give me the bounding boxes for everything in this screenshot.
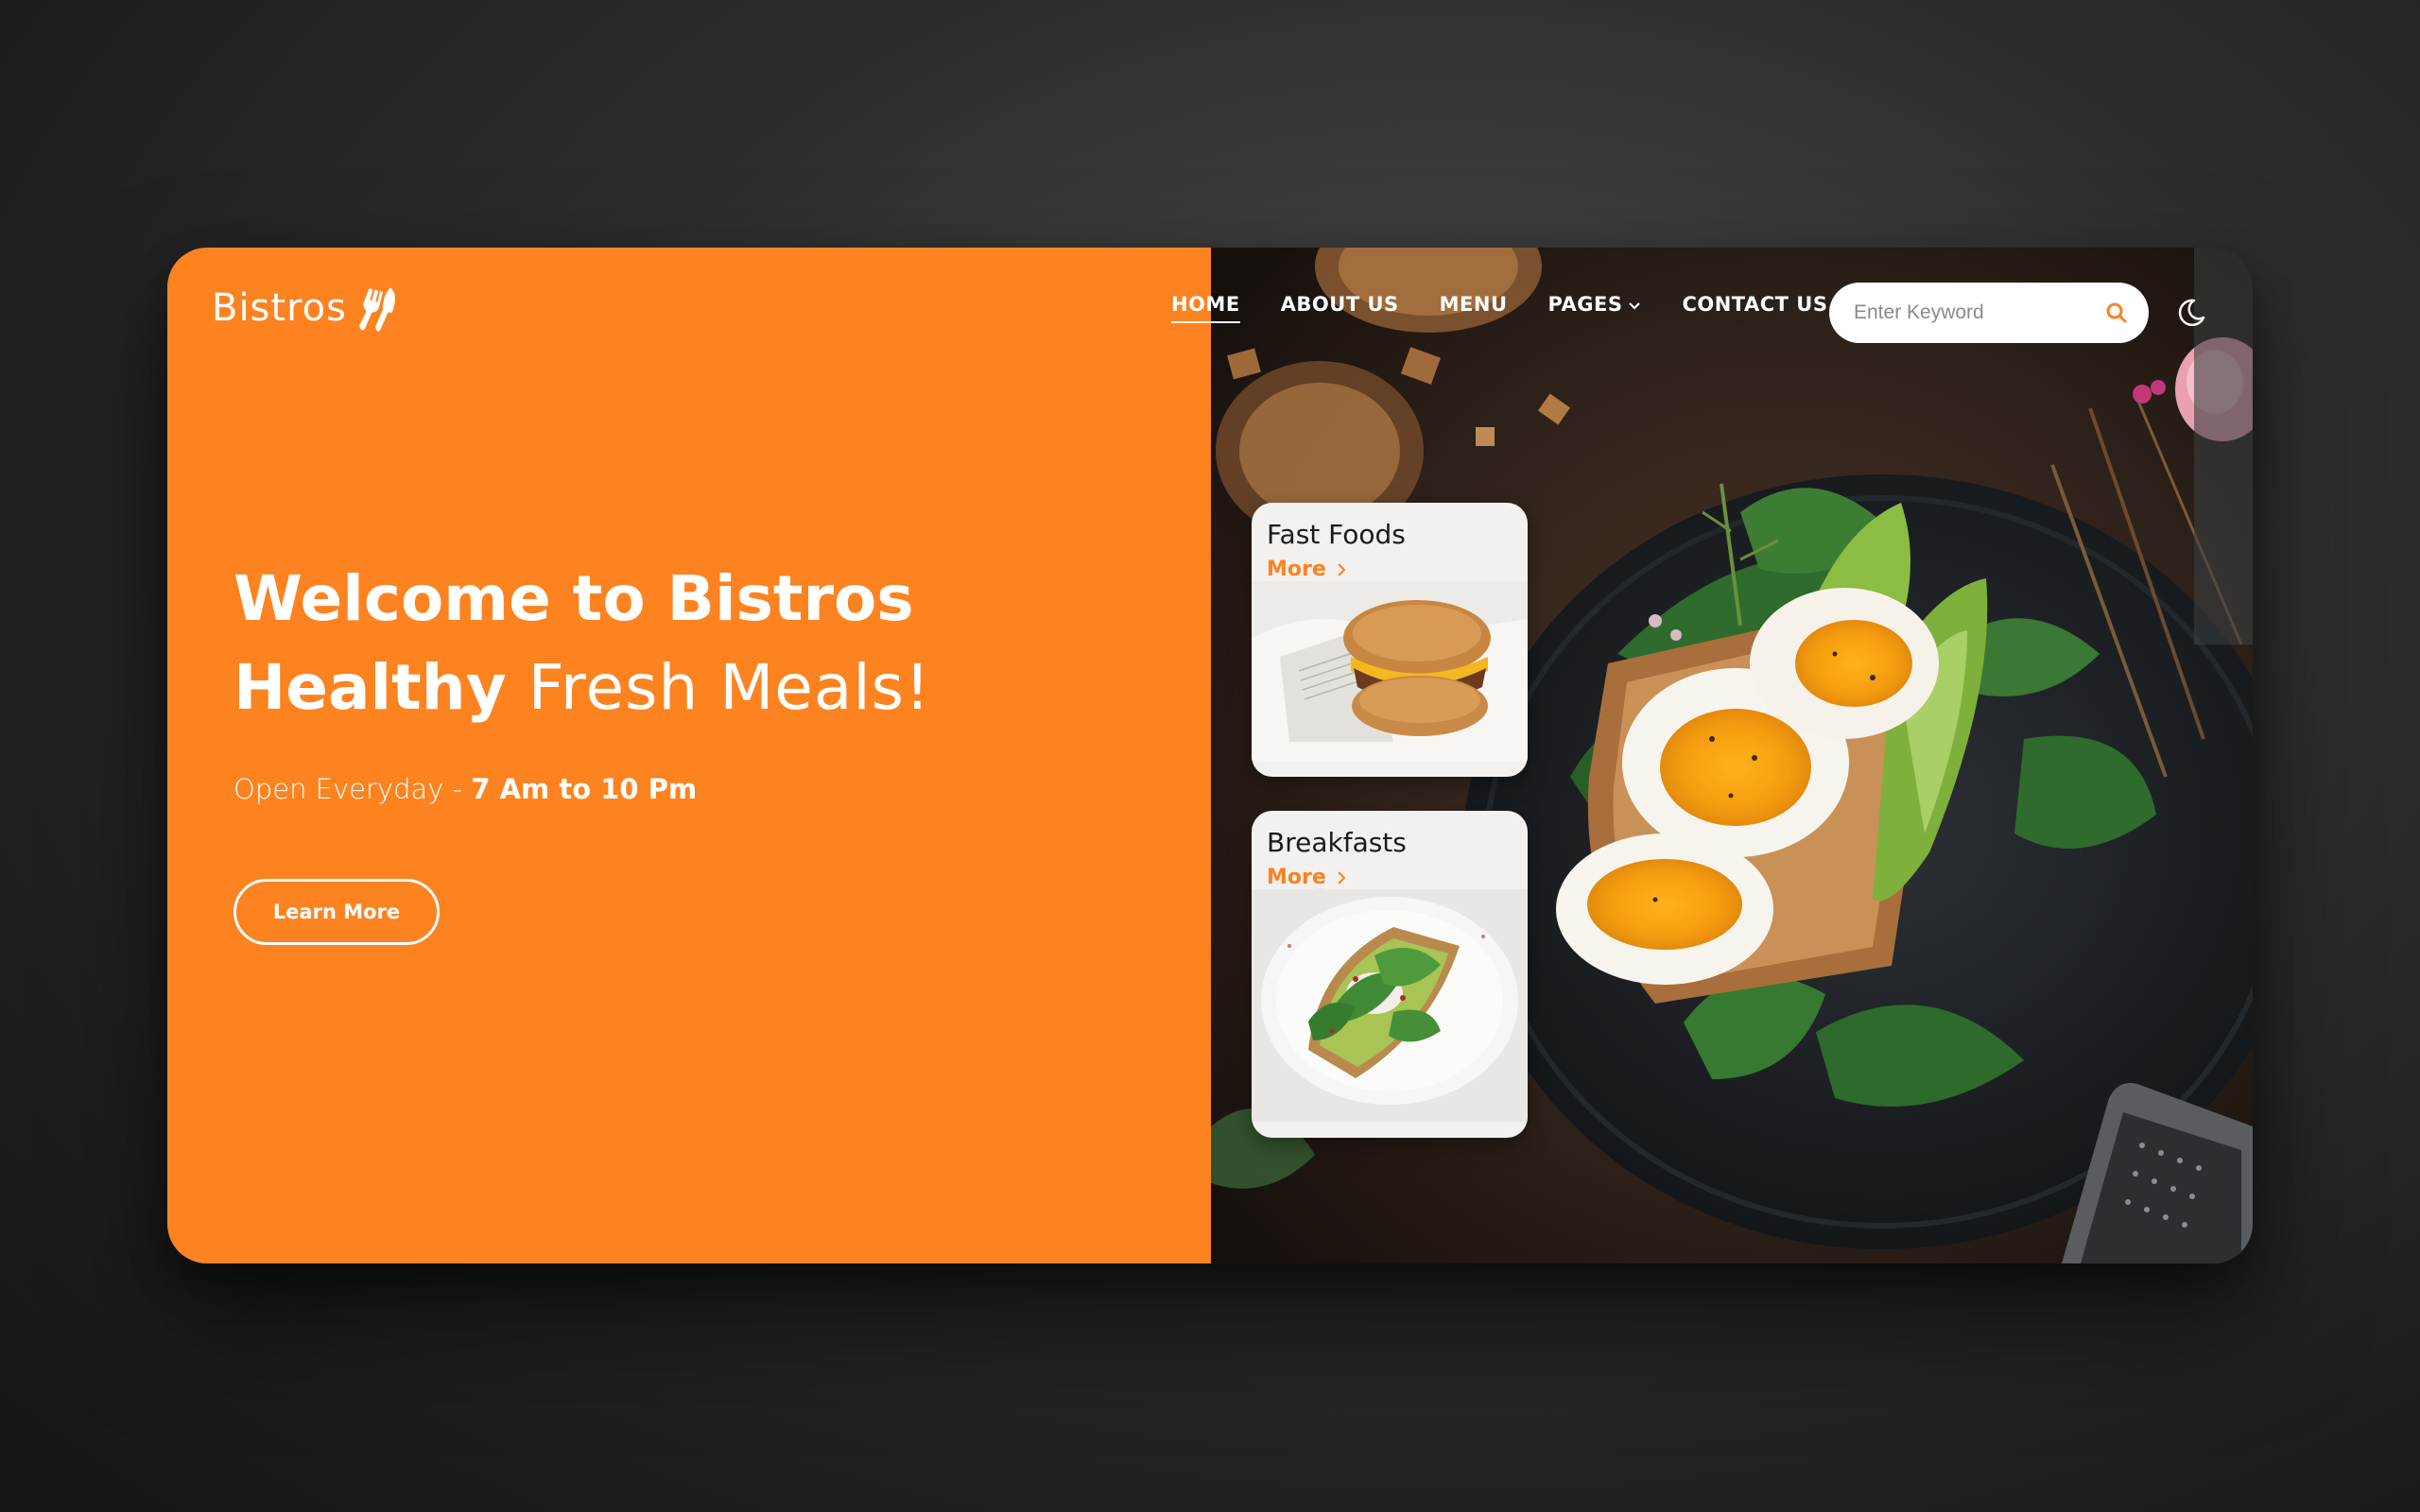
burger-image — [1252, 581, 1528, 761]
moon-icon[interactable] — [2175, 297, 2207, 329]
hours-label: Open Everyday - — [233, 773, 463, 805]
nav-item-menu[interactable]: MENU — [1440, 293, 1508, 323]
brand-logo[interactable]: Bistros — [212, 284, 398, 333]
main-nav: HOME ABOUT US MENU PAGES CONTACT US — [1171, 293, 1868, 323]
chevron-right-icon — [1338, 870, 1346, 885]
nav-item-contact-us[interactable]: CONTACT US — [1682, 293, 1827, 323]
hours-time: 7 Am to 10 Pm — [471, 773, 698, 805]
hero-title: Welcome to Bistros Healthy Fresh Meals! — [233, 555, 931, 732]
cutlery-icon — [359, 287, 395, 332]
category-more-link[interactable]: More — [1267, 558, 1512, 581]
category-title: Fast Foods — [1267, 519, 1406, 550]
avocado-toast-image — [1252, 889, 1528, 1122]
nav-item-home[interactable]: HOME — [1171, 293, 1240, 323]
nav-item-about-us[interactable]: ABOUT US — [1281, 293, 1399, 323]
category-card-header: Fast Foods More — [1252, 503, 1528, 581]
learn-more-button[interactable]: Learn More — [233, 879, 440, 945]
search-input[interactable] — [1852, 301, 2083, 325]
chevron-down-icon — [1629, 302, 1641, 310]
category-more-label: More — [1267, 558, 1326, 581]
nav-item-pages-label: PAGES — [1547, 293, 1623, 316]
hero-title-line1: Welcome to Bistros — [233, 562, 914, 635]
nav-item-pages[interactable]: PAGES — [1548, 293, 1642, 323]
brand-name: Bistros — [212, 286, 347, 330]
category-more-link[interactable]: More — [1267, 866, 1512, 889]
chevron-right-icon — [1338, 562, 1346, 576]
search-icon[interactable] — [2105, 301, 2128, 324]
hero-title-healthy: Healthy — [233, 651, 507, 724]
hero-title-fresh-meals: Fresh Meals! — [527, 651, 931, 724]
category-card-breakfasts[interactable]: Breakfasts More — [1252, 811, 1528, 1138]
category-card-header: Breakfasts More — [1252, 811, 1528, 889]
hero-card: Bistros Welcome to Bistros Healthy Fresh… — [167, 248, 2253, 1263]
category-more-label: More — [1267, 866, 1326, 889]
search-bar — [1829, 283, 2149, 343]
category-card-fast-foods[interactable]: Fast Foods More — [1252, 503, 1528, 777]
category-title: Breakfasts — [1267, 827, 1407, 858]
hero-left-panel: Bistros Welcome to Bistros Healthy Fresh… — [167, 248, 1211, 1263]
opening-hours: Open Everyday - 7 Am to 10 Pm — [233, 773, 697, 805]
